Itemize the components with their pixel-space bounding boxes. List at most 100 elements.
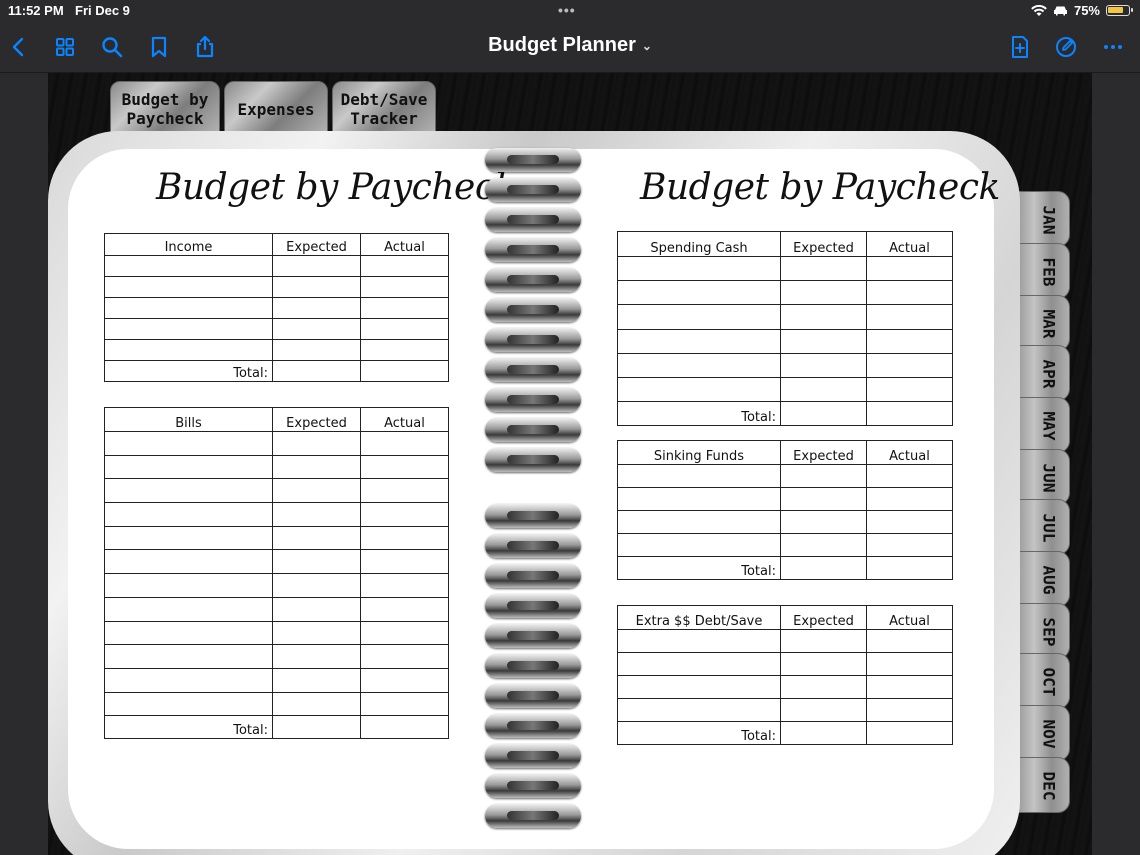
entry-cell-category[interactable] [104,667,273,693]
entry-cell-expected[interactable] [780,533,867,557]
entry-cell-actual[interactable] [866,510,953,534]
entry-cell-expected[interactable] [780,255,867,282]
entry-cell-category[interactable] [104,478,273,504]
entry-cell-expected[interactable] [272,276,361,298]
entry-cell-expected[interactable] [272,667,361,693]
entry-cell-expected[interactable] [780,376,867,403]
entry-cell-category[interactable] [617,376,781,403]
entry-cell-expected[interactable] [272,339,361,361]
entry-cell-expected[interactable] [272,478,361,504]
total-cell-actual[interactable] [360,715,449,740]
tab-expenses[interactable]: Expenses [224,81,328,137]
entry-cell-actual[interactable] [360,454,449,480]
entry-cell-actual[interactable] [360,502,449,527]
total-cell-expected[interactable] [780,556,867,580]
entry-cell-category[interactable] [617,675,781,699]
entry-cell-category[interactable] [617,328,781,354]
entry-cell-actual[interactable] [360,596,449,622]
entry-cell-expected[interactable] [272,297,361,319]
entry-cell-actual[interactable] [866,652,953,676]
entry-cell-actual[interactable] [360,297,449,319]
entry-cell-actual[interactable] [866,629,953,653]
entry-cell-category[interactable] [617,352,781,378]
entry-cell-actual[interactable] [866,675,953,699]
entry-cell-actual[interactable] [866,533,953,557]
entry-cell-category[interactable] [104,691,273,717]
entry-cell-expected[interactable] [272,596,361,622]
entry-cell-category[interactable] [617,698,781,722]
entry-cell-category[interactable] [617,510,781,534]
entry-cell-actual[interactable] [360,549,449,575]
entry-cell-category[interactable] [104,502,273,527]
entry-cell-expected[interactable] [272,255,361,277]
total-cell-actual[interactable] [360,360,449,382]
entry-cell-category[interactable] [617,533,781,557]
entry-cell-actual[interactable] [866,487,953,511]
entry-cell-expected[interactable] [780,328,867,354]
entry-cell-actual[interactable] [360,339,449,361]
entry-cell-expected[interactable] [272,549,361,575]
entry-cell-actual[interactable] [360,691,449,717]
total-cell-actual[interactable] [866,721,953,745]
entry-cell-category[interactable] [617,629,781,653]
entry-cell-actual[interactable] [360,573,449,598]
entry-cell-category[interactable] [104,431,273,456]
entry-cell-actual[interactable] [360,431,449,456]
entry-cell-actual[interactable] [360,255,449,277]
entry-cell-category[interactable] [104,596,273,622]
entry-cell-expected[interactable] [780,464,867,488]
total-cell-actual[interactable] [866,401,953,427]
entry-cell-category[interactable] [104,549,273,575]
entry-cell-expected[interactable] [272,644,361,669]
entry-cell-actual[interactable] [866,328,953,354]
total-cell-expected[interactable] [272,715,361,740]
entry-cell-expected[interactable] [272,318,361,340]
entry-cell-expected[interactable] [780,675,867,699]
tab-debt-save-tracker[interactable]: Debt/Save Tracker [332,81,436,137]
entry-cell-category[interactable] [617,652,781,676]
total-cell-expected[interactable] [780,721,867,745]
entry-cell-actual[interactable] [866,464,953,488]
entry-cell-actual[interactable] [866,376,953,403]
entry-cell-actual[interactable] [866,280,953,306]
entry-cell-actual[interactable] [360,525,449,551]
entry-cell-expected[interactable] [272,502,361,527]
entry-cell-actual[interactable] [360,620,449,646]
entry-cell-expected[interactable] [780,352,867,378]
entry-cell-category[interactable] [617,304,781,330]
add-page-icon[interactable] [1007,34,1033,60]
multitasking-dots-icon[interactable]: ••• [558,2,576,18]
more-icon[interactable] [1100,34,1126,60]
entry-cell-category[interactable] [104,454,273,480]
entry-cell-expected[interactable] [780,304,867,330]
total-cell-actual[interactable] [866,556,953,580]
entry-cell-actual[interactable] [866,255,953,282]
entry-cell-actual[interactable] [360,276,449,298]
entry-cell-category[interactable] [104,644,273,669]
entry-cell-category[interactable] [104,276,273,298]
entry-cell-actual[interactable] [360,318,449,340]
entry-cell-category[interactable] [104,318,273,340]
entry-cell-expected[interactable] [780,280,867,306]
total-cell-expected[interactable] [780,401,867,427]
entry-cell-expected[interactable] [272,573,361,598]
entry-cell-expected[interactable] [780,510,867,534]
entry-cell-expected[interactable] [272,431,361,456]
entry-cell-expected[interactable] [272,620,361,646]
tab-budget-by-paycheck[interactable]: Budget by Paycheck [110,81,220,137]
entry-cell-actual[interactable] [360,644,449,669]
entry-cell-category[interactable] [617,280,781,306]
entry-cell-expected[interactable] [272,525,361,551]
entry-cell-category[interactable] [617,255,781,282]
entry-cell-category[interactable] [104,255,273,277]
entry-cell-category[interactable] [104,525,273,551]
entry-cell-expected[interactable] [780,698,867,722]
entry-cell-actual[interactable] [866,352,953,378]
entry-cell-expected[interactable] [780,629,867,653]
entry-cell-category[interactable] [104,339,273,361]
document-title[interactable]: Budget Planner ⌄ [0,34,1140,57]
entry-cell-category[interactable] [104,573,273,598]
entry-cell-expected[interactable] [780,487,867,511]
entry-cell-actual[interactable] [360,478,449,504]
total-cell-expected[interactable] [272,360,361,382]
